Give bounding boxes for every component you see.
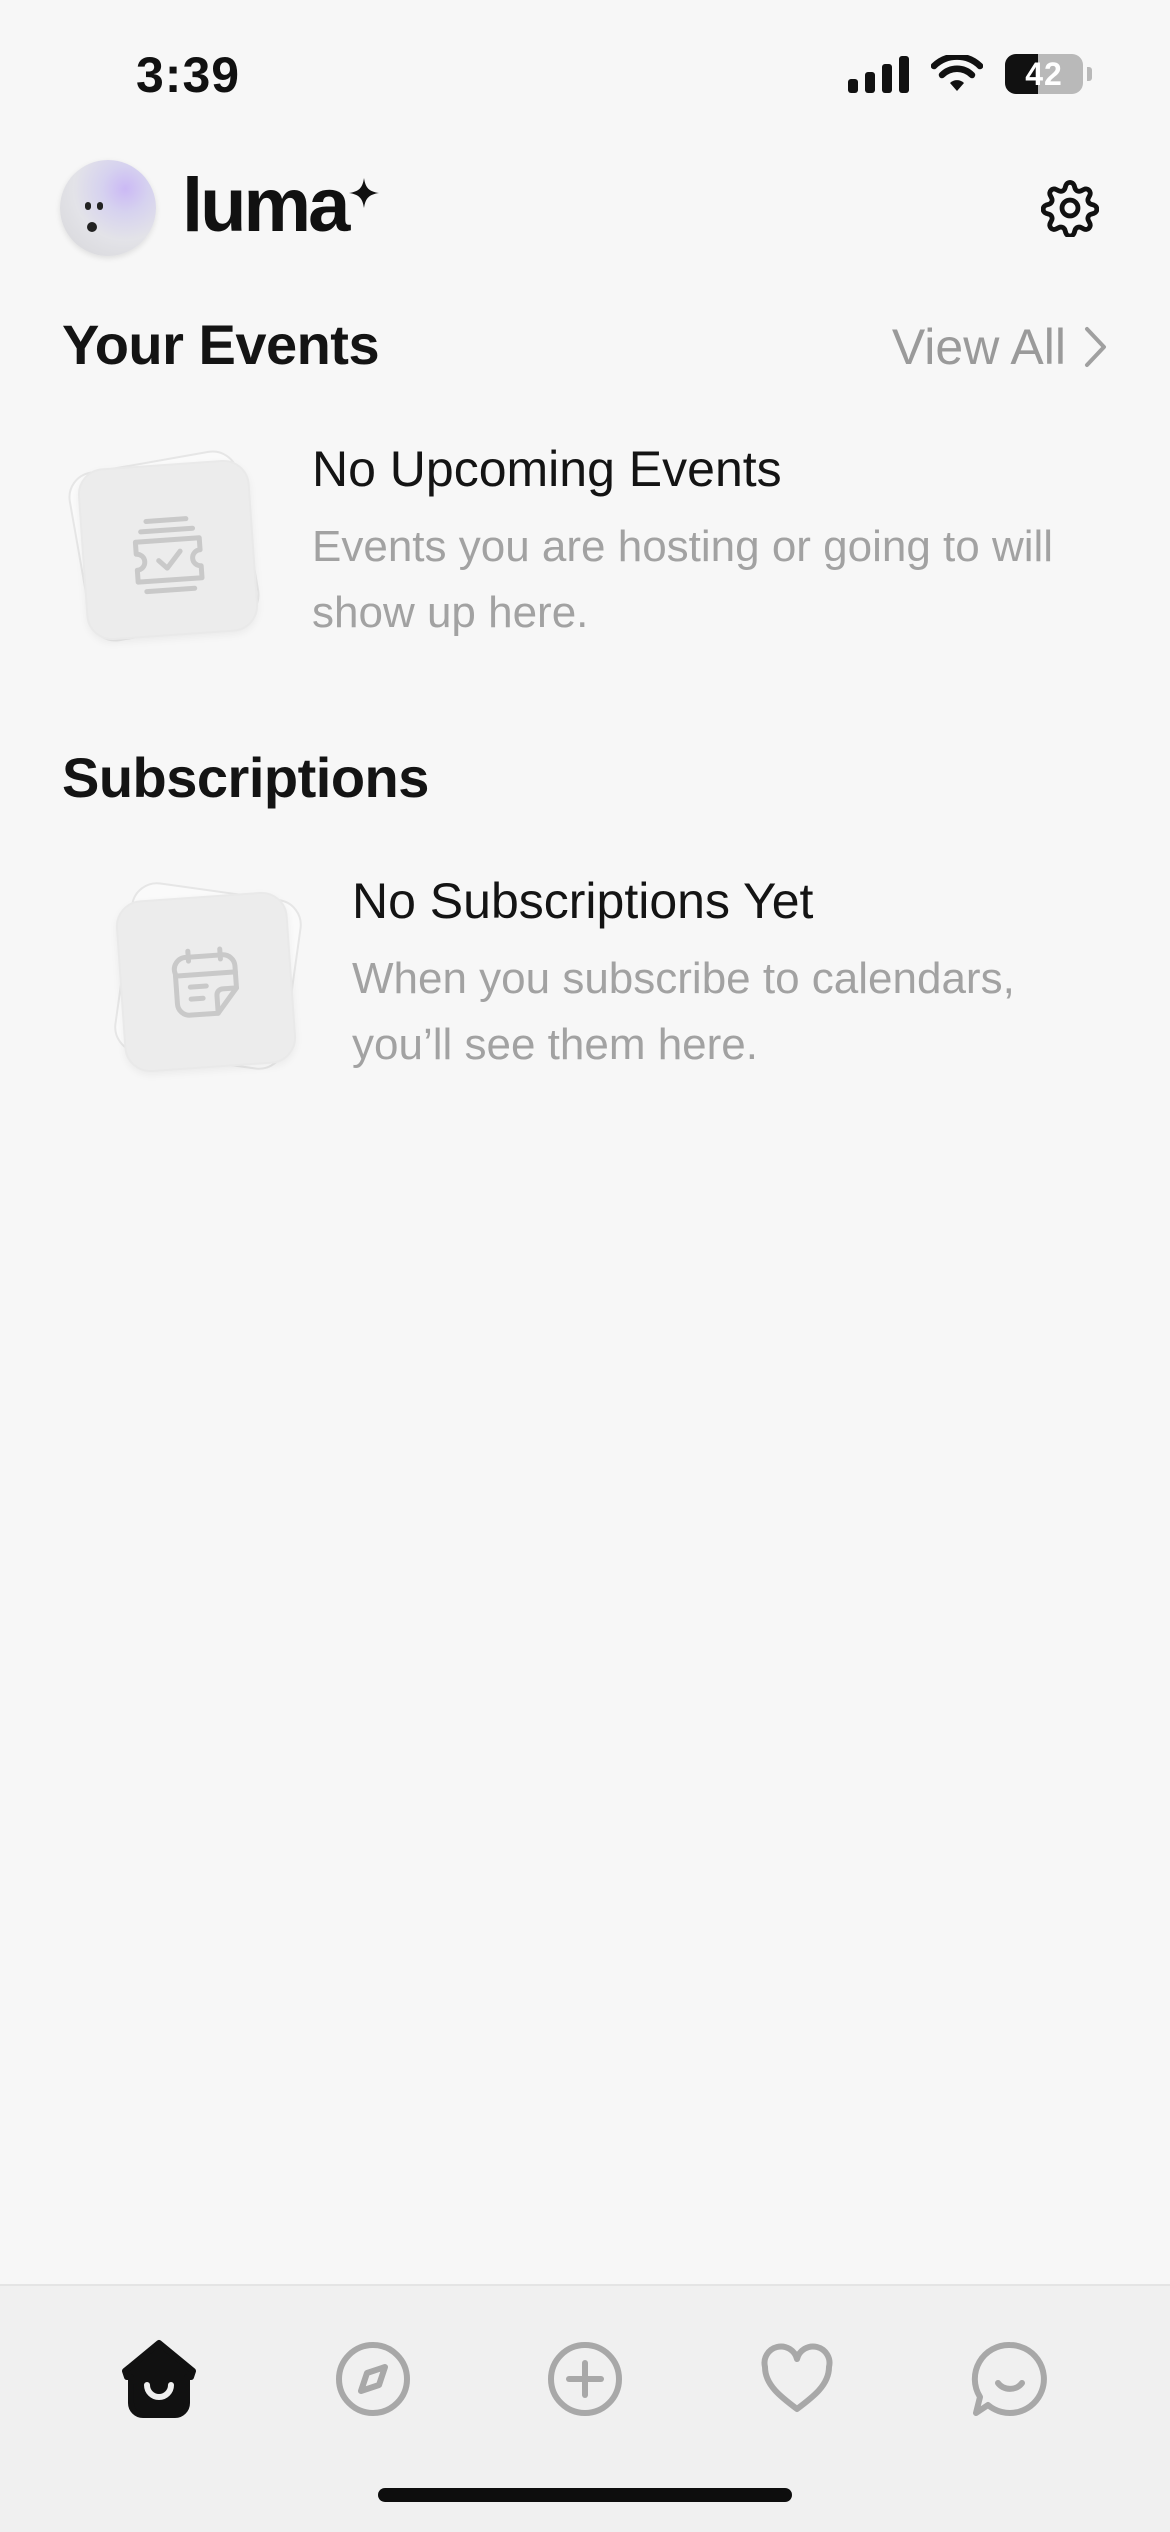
tab-chat[interactable] — [955, 2324, 1065, 2434]
tab-create[interactable] — [530, 2324, 640, 2434]
plus-circle-icon — [548, 2342, 622, 2416]
no-events-title: No Upcoming Events — [312, 441, 782, 497]
chevron-right-icon — [1085, 327, 1106, 367]
no-subscriptions-description-line-2: you’ll see them here. — [352, 1020, 758, 1069]
status-bar: 3:39 42 — [0, 0, 1170, 150]
avatar-eye-left — [85, 202, 91, 210]
gear-icon — [1041, 180, 1099, 237]
brand-logo: luma — [182, 158, 380, 254]
no-subscriptions-description: When you subscribe to calendars, you’ll … — [352, 946, 1015, 1078]
compass-icon — [336, 2342, 410, 2416]
avatar-eye-right — [97, 202, 103, 210]
sparkle-icon — [349, 178, 380, 208]
subscriptions-title: Subscriptions — [62, 746, 429, 809]
tab-discover[interactable] — [318, 2324, 428, 2434]
home-indicator — [378, 2488, 792, 2502]
illustration-front-card — [76, 458, 260, 642]
illustration-front-card — [114, 890, 298, 1074]
calendar-icon — [171, 946, 239, 1018]
tab-home[interactable] — [104, 2324, 214, 2434]
home-screen: 3:39 42 luma Your Events View All No Upc… — [0, 0, 1170, 2532]
battery-icon: 42 — [1005, 54, 1083, 94]
heart-icon — [761, 2343, 833, 2412]
no-events-description-line-2: show up here. — [312, 588, 589, 637]
status-time: 3:39 — [136, 47, 241, 103]
chat-icon — [971, 2341, 1047, 2416]
your-events-title: Your Events — [62, 313, 380, 376]
status-icons: 42 — [848, 54, 1092, 94]
tab-favorites[interactable] — [742, 2324, 852, 2434]
settings-button[interactable] — [1040, 178, 1100, 238]
no-events-description-line-1: Events you are hosting or going to will — [312, 522, 1054, 571]
battery-percentage: 42 — [1025, 55, 1063, 92]
no-subscriptions-description-line-1: When you subscribe to calendars, — [352, 954, 1015, 1003]
no-subscriptions-empty-state: No Subscriptions Yet When you subscribe … — [102, 872, 1112, 1092]
avatar-mouth — [87, 222, 97, 232]
wifi-icon — [931, 55, 983, 91]
no-events-empty-state: No Upcoming Events Events you are hostin… — [62, 440, 1112, 660]
avatar[interactable] — [60, 160, 156, 256]
view-all-label: View All — [891, 319, 1066, 375]
events-illustration — [64, 446, 270, 652]
battery-cap — [1087, 67, 1092, 81]
signal-icon — [848, 55, 909, 93]
view-all-link[interactable]: View All — [892, 318, 1108, 376]
no-events-description: Events you are hosting or going to will … — [312, 514, 1053, 646]
home-icon — [122, 2340, 196, 2418]
ticket-icon — [132, 516, 205, 595]
brand-name: luma — [182, 163, 350, 248]
no-subscriptions-title: No Subscriptions Yet — [352, 873, 814, 929]
subscriptions-illustration — [110, 878, 310, 1084]
